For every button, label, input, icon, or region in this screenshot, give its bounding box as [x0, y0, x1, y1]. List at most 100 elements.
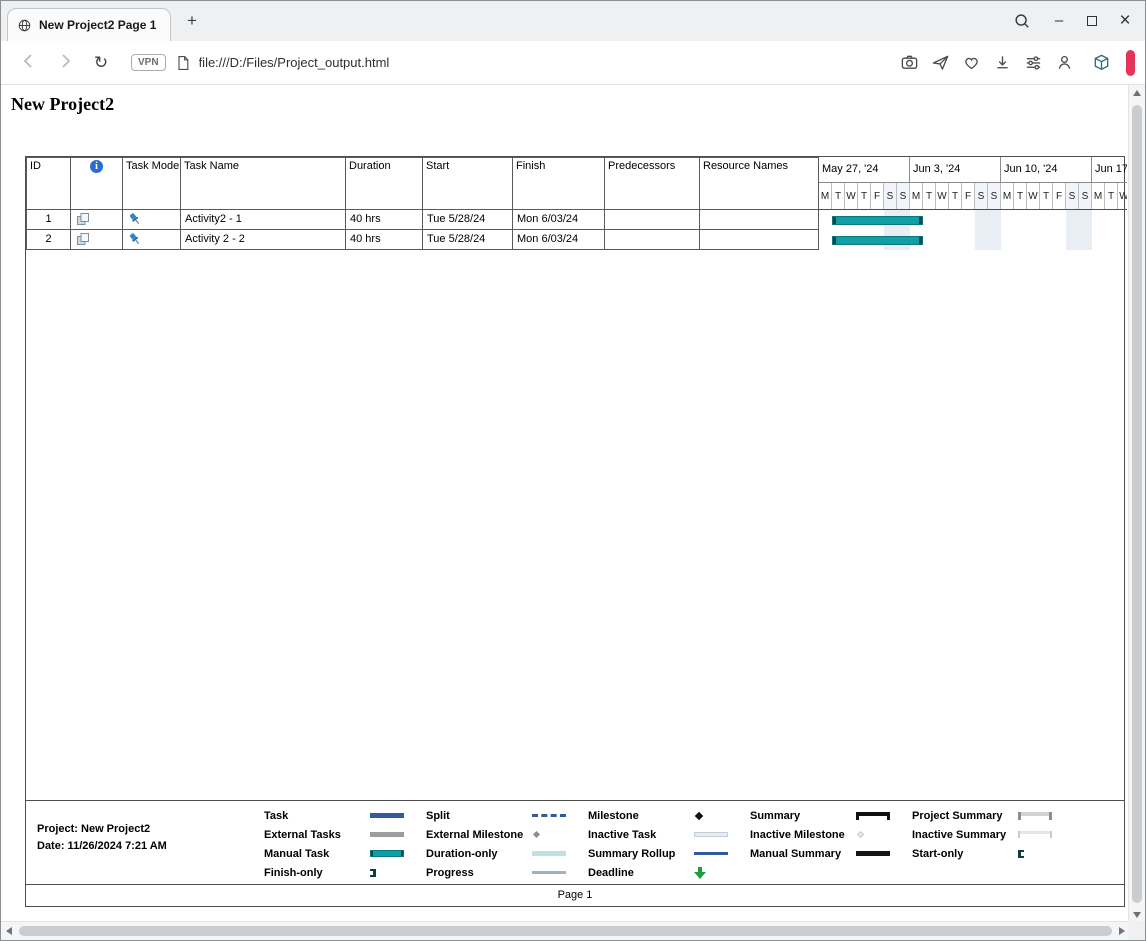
legend-column: MilestoneInactive TaskSummary RollupDead…	[588, 806, 728, 882]
legend-label: External Tasks	[264, 829, 370, 841]
column-header-task-mode: Task Mode	[123, 158, 181, 210]
note-icon	[76, 233, 90, 245]
tab-strip: New Project2 Page 1 + – ×	[1, 1, 1145, 41]
browser-toolbar: ↻ VPN file:///D:/Files/Project_output.ht…	[1, 41, 1145, 85]
legend-label: Split	[426, 810, 532, 822]
legend-item: Manual Summary	[750, 844, 890, 863]
pushpin-icon	[128, 213, 142, 225]
legend-item: Manual Task	[264, 844, 404, 863]
toolbar-actions	[900, 53, 1074, 72]
legend-swatch-duration-only	[532, 851, 566, 856]
sliders-icon[interactable]	[1024, 53, 1043, 72]
legend-label: Progress	[426, 867, 532, 879]
back-button[interactable]	[16, 51, 42, 74]
legend-project-info: Project: New Project2 Date: 11/26/2024 7…	[37, 821, 167, 855]
legend-item: Summary Rollup	[588, 844, 728, 863]
gantt-day-header: T	[923, 183, 936, 209]
legend-swatch-inactive-milestone	[857, 831, 864, 838]
gantt-day-header: S	[975, 183, 988, 209]
column-header-duration: Duration	[346, 158, 423, 210]
minimize-button[interactable]: –	[1051, 13, 1067, 29]
legend: Project: New Project2 Date: 11/26/2024 7…	[26, 800, 1124, 884]
vertical-scroll-thumb[interactable]	[1132, 105, 1142, 903]
extension-cube-icon[interactable]	[1092, 53, 1111, 72]
gantt-day-header: M	[1001, 183, 1014, 209]
column-header-finish: Finish	[513, 158, 605, 210]
browser-tab[interactable]: New Project2 Page 1	[7, 8, 171, 41]
gantt-day-header: F	[871, 183, 884, 209]
legend-swatch-manual-task	[370, 850, 404, 857]
task-indicator-cell	[71, 230, 123, 250]
legend-swatch-external-tasks	[370, 832, 404, 837]
pushpin-icon	[128, 233, 142, 245]
task-start-cell: Tue 5/28/24	[423, 230, 513, 250]
legend-item: Deadline	[588, 863, 728, 882]
legend-swatch-task	[370, 813, 404, 818]
sidebar-red-pill[interactable]	[1126, 50, 1135, 76]
profile-icon[interactable]	[1055, 53, 1074, 72]
legend-item: External Milestone	[426, 825, 566, 844]
download-icon[interactable]	[993, 53, 1012, 72]
legend-label: Summary Rollup	[588, 848, 694, 860]
legend-project-label: Project: New Project2	[37, 821, 167, 838]
gantt-task-bar	[832, 236, 923, 245]
legend-swatch-manual-summary	[856, 851, 890, 856]
camera-icon[interactable]	[900, 53, 919, 72]
legend-columns: Task External Tasks Manual Task Finish-only…	[264, 806, 1052, 882]
legend-item: Start-only	[912, 844, 1052, 863]
legend-swatch-start-only	[1018, 850, 1024, 858]
page-content: New Project2 ID i Task Mode	[1, 85, 1130, 923]
legend-item: Inactive Task	[588, 825, 728, 844]
scroll-up-arrow[interactable]	[1129, 85, 1145, 101]
horizontal-scroll-thumb[interactable]	[19, 926, 1112, 936]
gantt-day-header: S	[897, 183, 910, 209]
vertical-scrollbar[interactable]	[1128, 85, 1145, 923]
legend-item: Finish-only	[264, 863, 404, 882]
legend-label: Manual Summary	[750, 848, 856, 860]
weekend-shading	[975, 210, 988, 250]
task-resources-cell	[700, 210, 819, 230]
task-predecessors-cell	[605, 230, 700, 250]
legend-label: Project Summary	[912, 810, 1018, 822]
gantt-day-header: T	[1014, 183, 1027, 209]
legend-label: Deadline	[588, 867, 694, 879]
gantt-day-header: M	[819, 183, 832, 209]
forward-button[interactable]	[52, 51, 78, 74]
legend-swatch-finish-only	[370, 869, 376, 877]
weekend-shading	[988, 210, 1001, 250]
gantt-day-header: S	[884, 183, 897, 209]
legend-item: Duration-only	[426, 844, 566, 863]
address-bar[interactable]: file:///D:/Files/Project_output.html	[175, 55, 890, 71]
horizontal-scrollbar[interactable]	[1, 921, 1130, 940]
legend-label: Inactive Task	[588, 829, 694, 841]
gantt-day-header: W	[936, 183, 949, 209]
legend-label: Summary	[750, 810, 856, 822]
send-icon[interactable]	[931, 53, 950, 72]
reload-button[interactable]: ↻	[88, 53, 114, 73]
search-icon[interactable]	[1013, 12, 1031, 30]
legend-swatch-project-summary	[1018, 812, 1052, 820]
heart-icon[interactable]	[962, 53, 981, 72]
legend-label: Finish-only	[264, 867, 370, 879]
task-name-cell: Activity2 - 1	[181, 210, 346, 230]
scroll-left-arrow[interactable]	[1, 922, 17, 940]
legend-label: Start-only	[912, 848, 1018, 860]
gantt-day-header: T	[1105, 183, 1118, 209]
legend-column: Task External Tasks Manual Task Finish-only	[264, 806, 404, 882]
task-duration-cell: 40 hrs	[346, 210, 423, 230]
legend-label: Inactive Summary	[912, 829, 1018, 841]
legend-label: Task	[264, 810, 370, 822]
new-tab-button[interactable]: +	[181, 10, 203, 32]
column-header-start: Start	[423, 158, 513, 210]
legend-label: Duration-only	[426, 848, 532, 860]
maximize-button[interactable]	[1087, 16, 1097, 26]
legend-item: Progress	[426, 863, 566, 882]
gantt-week-label: May 27, '24	[822, 163, 879, 175]
gantt-day-header: S	[1066, 183, 1079, 209]
legend-column: Project Summary Inactive Summary Start-onl…	[912, 806, 1052, 882]
vpn-badge[interactable]: VPN	[131, 54, 166, 71]
close-button[interactable]: ×	[1117, 13, 1133, 29]
task-table-body: 1Activity2 - 140 hrsTue 5/28/24Mon 6/03/…	[27, 210, 819, 250]
task-mode-cell	[123, 230, 181, 250]
gantt-week-header: Jun 17, '24	[1092, 157, 1127, 182]
